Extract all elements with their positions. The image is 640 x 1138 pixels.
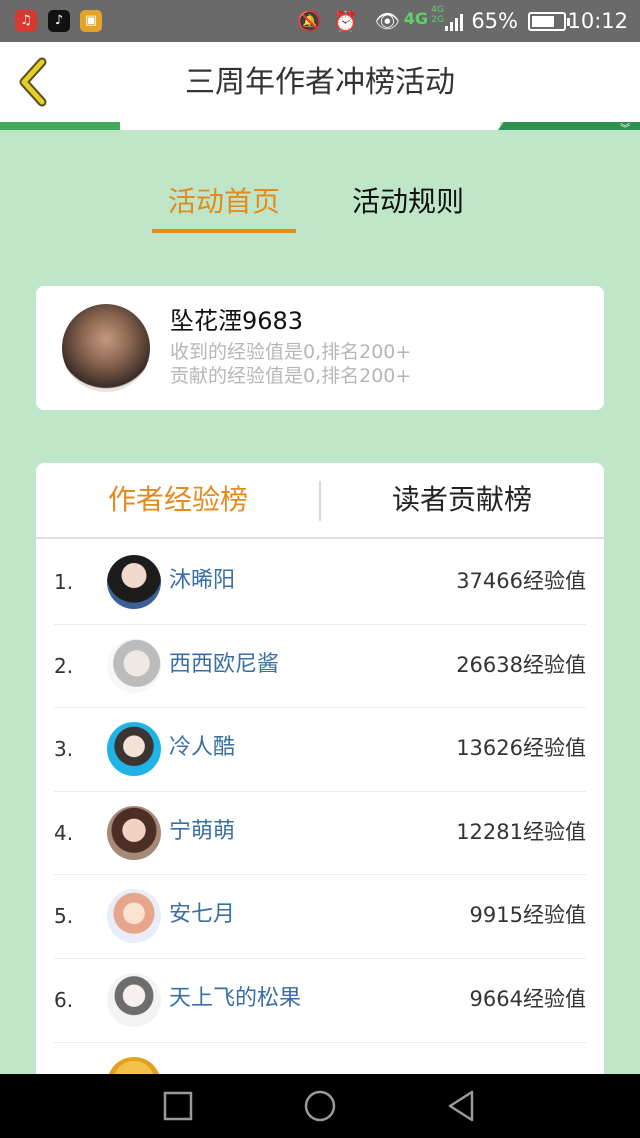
home-icon[interactable] xyxy=(300,1088,340,1124)
navigation-bar xyxy=(0,1074,640,1138)
user-card: 坠花湮9683 收到的经验值是0,排名200+ 贡献的经验值是0,排名200+ xyxy=(36,286,604,410)
ranking-tabs: 作者经验榜 读者贡献榜 xyxy=(36,463,604,539)
exp-score: 12281经验值 xyxy=(456,819,586,844)
tiktok-app-icon: ♪ xyxy=(48,10,70,32)
network-type: 4G xyxy=(403,9,428,28)
tab-activity-rules[interactable]: 活动规则 xyxy=(336,175,480,233)
battery-icon xyxy=(528,12,570,31)
clock: 10:12 xyxy=(567,9,628,33)
signal-icon xyxy=(445,14,463,31)
tab-activity-home[interactable]: 活动首页 xyxy=(152,175,296,233)
ranking-card: 作者经验榜 读者贡献榜 1. 沐晞阳 37466经验值 2. 西西欧尼酱 266… xyxy=(36,463,604,1127)
avatar[interactable] xyxy=(107,638,161,693)
author-name-link[interactable]: 天上飞的松果 xyxy=(169,985,301,1013)
author-name-link[interactable]: 宁萌萌 xyxy=(169,818,235,846)
activity-tabs: 活动首页 活动规则 xyxy=(0,175,640,235)
recent-apps-icon[interactable] xyxy=(158,1088,198,1124)
ranking-list: 1. 沐晞阳 37466经验值 2. 西西欧尼酱 26638经验值 3. 冷人酷… xyxy=(54,541,586,1127)
rank-number: 2. xyxy=(54,653,74,678)
music-app-icon: ♫ xyxy=(15,10,37,32)
avatar[interactable] xyxy=(62,304,150,392)
store-app-icon: ▣ xyxy=(80,10,102,32)
exp-score: 9915经验值 xyxy=(469,903,586,928)
list-item[interactable]: 3. 冷人酷 13626经验值 xyxy=(54,708,586,792)
author-name-link[interactable]: 沐晞阳 xyxy=(169,567,235,595)
list-item[interactable]: 1. 沐晞阳 37466经验值 xyxy=(54,541,586,625)
list-item[interactable]: 5. 安七月 9915经验值 xyxy=(54,875,586,959)
avatar[interactable] xyxy=(107,805,161,860)
received-exp-text: 收到的经验值是0,排名200+ xyxy=(170,341,412,363)
user-name: 坠花湮9683 xyxy=(170,307,304,335)
avatar[interactable] xyxy=(107,555,161,609)
back-triangle-icon[interactable] xyxy=(442,1088,482,1124)
list-item[interactable]: 6. 天上飞的松果 9664经验值 xyxy=(54,959,586,1043)
battery-percent: 65% xyxy=(471,9,518,33)
status-bar: ♫ ♪ ▣ 🔕 ⏰ 👁 4G 4G 2G 65% 10:12 xyxy=(0,0,640,42)
mute-icon: 🔕 xyxy=(297,9,322,33)
rank-number: 5. xyxy=(54,904,74,929)
tab-reader-ranking[interactable]: 读者贡献榜 xyxy=(320,463,604,537)
app-header: 三周年作者冲榜活动 xyxy=(0,42,640,122)
exp-score: 26638经验值 xyxy=(456,652,586,677)
list-item[interactable]: 2. 西西欧尼酱 26638经验值 xyxy=(54,625,586,709)
tab-author-ranking[interactable]: 作者经验榜 xyxy=(36,463,320,537)
double-chevron-down-icon: ︾ xyxy=(620,124,630,135)
author-name-link[interactable]: 西西欧尼酱 xyxy=(169,651,279,679)
exp-score: 9664经验值 xyxy=(469,986,586,1011)
author-name-link[interactable]: 安七月 xyxy=(169,901,235,929)
network-type-secondary: 4G 2G xyxy=(431,5,444,25)
alarm-icon: ⏰ xyxy=(333,9,358,33)
avatar[interactable] xyxy=(107,722,161,777)
rank-number: 4. xyxy=(54,820,74,845)
rank-number: 1. xyxy=(54,570,74,594)
author-name-link[interactable]: 冷人酷 xyxy=(169,734,235,762)
rank-number: 3. xyxy=(54,737,74,762)
eye-comfort-icon: 👁 xyxy=(374,9,400,33)
avatar[interactable] xyxy=(107,972,161,1027)
list-item[interactable]: 4. 宁萌萌 12281经验值 xyxy=(54,792,586,876)
rank-number: 6. xyxy=(54,987,74,1012)
avatar[interactable] xyxy=(107,889,161,944)
contributed-exp-text: 贡献的经验值是0,排名200+ xyxy=(170,365,412,387)
exp-score: 37466经验值 xyxy=(456,569,586,593)
page-title: 三周年作者冲榜活动 xyxy=(185,65,455,100)
decorative-stripe: ︾ xyxy=(0,122,640,135)
exp-score: 13626经验值 xyxy=(456,736,586,761)
